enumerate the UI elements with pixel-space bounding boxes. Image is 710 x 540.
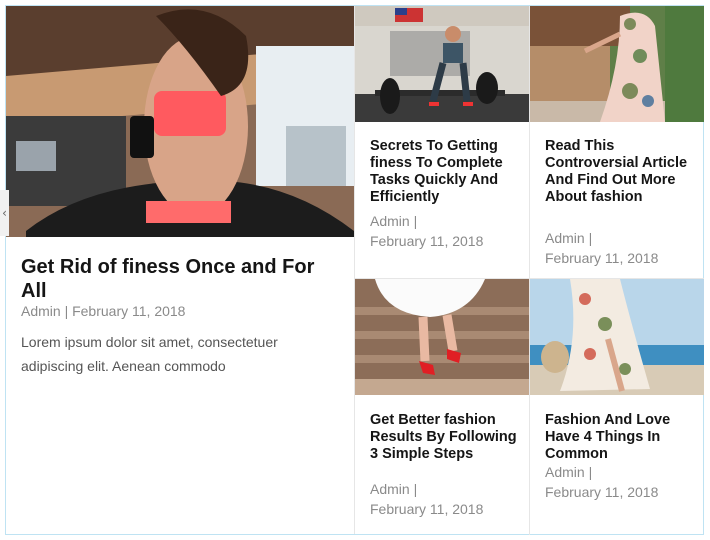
post-card-author: Admin | bbox=[370, 481, 418, 497]
post-card-meta: Admin | February 11, 2018 bbox=[545, 462, 658, 502]
featured-post-excerpt: Lorem ipsum dolor sit amet, consectetuer… bbox=[21, 334, 278, 374]
post-card-date: February 11, 2018 bbox=[545, 250, 659, 266]
featured-post-meta: Admin | February 11, 2018 bbox=[21, 303, 186, 319]
post-card-title[interactable]: Get Better fashion Results By Following … bbox=[370, 412, 520, 463]
post-card-date: February 11, 2018 bbox=[370, 233, 484, 249]
post-card-author: Admin | bbox=[545, 230, 593, 246]
post-card-date: February 11, 2018 bbox=[370, 501, 484, 517]
post-card-meta: Admin | February 11, 2018 bbox=[545, 228, 658, 268]
post-card-meta: Admin | February 11, 2018 bbox=[370, 479, 483, 519]
post-card-author: Admin | bbox=[370, 213, 418, 229]
prev-arrow-icon[interactable]: ‹ bbox=[0, 190, 9, 236]
post-card: Read This Controversial Article And Find… bbox=[530, 6, 704, 279]
post-card-image[interactable] bbox=[530, 279, 704, 395]
post-card: Secrets To Getting finess To Complete Ta… bbox=[355, 6, 530, 279]
featured-post-image[interactable] bbox=[6, 6, 354, 237]
post-card-title[interactable]: Fashion And Love Have 4 Things In Common bbox=[545, 412, 695, 463]
post-card-meta: Admin | February 11, 2018 bbox=[370, 211, 483, 251]
post-card-image[interactable] bbox=[355, 6, 529, 122]
post-card: Fashion And Love Have 4 Things In Common… bbox=[530, 279, 704, 535]
post-card: Get Better fashion Results By Following … bbox=[355, 279, 530, 535]
post-card-author: Admin | bbox=[545, 464, 593, 480]
featured-post: Get Rid of finess Once and For All Admin… bbox=[6, 6, 355, 534]
post-card-date: February 11, 2018 bbox=[545, 484, 659, 500]
post-card-image[interactable] bbox=[530, 6, 704, 122]
post-card-image[interactable] bbox=[355, 279, 529, 395]
post-card-title[interactable]: Read This Controversial Article And Find… bbox=[545, 138, 695, 206]
post-card-title[interactable]: Secrets To Getting finess To Complete Ta… bbox=[370, 138, 520, 206]
featured-post-title[interactable]: Get Rid of finess Once and For All bbox=[21, 255, 341, 303]
